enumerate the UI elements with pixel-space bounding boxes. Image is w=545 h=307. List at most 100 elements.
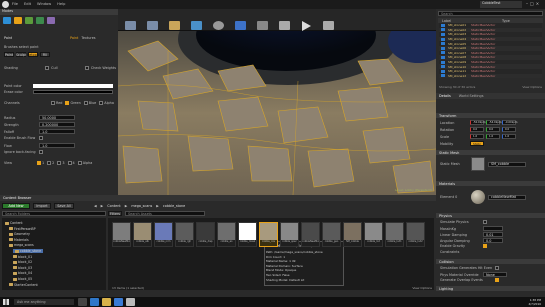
strength-field[interactable]: 0.200000 bbox=[39, 122, 75, 127]
asset-tile[interactable]: cobbleNewMat bbox=[112, 222, 131, 247]
folder-tree-item[interactable]: StarterContent bbox=[9, 283, 38, 287]
location-x[interactable]: -50.0kpm bbox=[470, 120, 485, 125]
asset-tile[interactable]: cobble_alb bbox=[133, 222, 152, 247]
view-radio-2[interactable] bbox=[47, 161, 52, 165]
flow-field[interactable]: 1.0 bbox=[39, 143, 75, 148]
folder-tree-item[interactable]: block_03 bbox=[13, 266, 32, 270]
physics-section[interactable]: Physics bbox=[436, 213, 545, 218]
textures-tab[interactable]: Textures bbox=[81, 36, 95, 40]
lighting-section[interactable]: Lighting bbox=[436, 286, 545, 291]
windows-start-icon[interactable] bbox=[3, 299, 9, 305]
outliner-col-label[interactable]: Label bbox=[438, 19, 462, 23]
enable-gravity-checkbox[interactable] bbox=[483, 244, 487, 248]
asset-tile[interactable]: cobble_lod1 bbox=[385, 222, 404, 247]
menu-help[interactable]: Help bbox=[57, 2, 65, 6]
maximize-icon[interactable]: □ bbox=[530, 1, 534, 6]
outliner-col-type[interactable]: Type bbox=[462, 19, 510, 23]
menu-window[interactable]: Window bbox=[37, 2, 51, 6]
asset-tile[interactable]: cobble_lod bbox=[364, 222, 383, 247]
landscape-mode-icon[interactable] bbox=[25, 17, 33, 24]
geometry-mode-icon[interactable] bbox=[47, 17, 55, 24]
rotation-x[interactable]: 0.0 bbox=[470, 127, 484, 132]
blue-channel-checkbox[interactable] bbox=[83, 101, 88, 105]
asset-tile[interactable]: cobble_lod2 bbox=[406, 222, 425, 247]
scale-z[interactable]: 1.0 bbox=[502, 134, 516, 139]
level-viewport[interactable]: Level: Lobby (Persistent) bbox=[118, 31, 436, 195]
close-icon[interactable]: × bbox=[536, 1, 539, 6]
search-folders-input[interactable]: Search Folders bbox=[2, 211, 106, 216]
modes-tab[interactable]: Modes bbox=[0, 9, 118, 15]
rotation-y[interactable]: 0.0 bbox=[486, 127, 500, 132]
erase-color-swatch[interactable] bbox=[33, 90, 113, 94]
asset-tile[interactable]: cobble_spec bbox=[280, 222, 299, 247]
location-z[interactable]: -0.00kpm bbox=[502, 120, 517, 125]
menu-file[interactable]: File bbox=[12, 2, 18, 6]
green-channel-checkbox[interactable] bbox=[65, 101, 70, 105]
check-weights-checkbox[interactable] bbox=[84, 66, 89, 70]
import-button[interactable]: Import bbox=[33, 203, 51, 209]
simulate-physics-checkbox[interactable] bbox=[483, 220, 487, 224]
ue4-logo-icon[interactable] bbox=[2, 1, 9, 8]
scale-y[interactable]: 1.0 bbox=[486, 134, 500, 139]
project-tab[interactable]: CobbleTest bbox=[480, 1, 522, 8]
folder-tree-item[interactable]: block_04 bbox=[13, 271, 32, 275]
path-segment-content[interactable]: Content bbox=[107, 204, 121, 208]
nav-forward-icon[interactable]: ▶ bbox=[101, 204, 104, 208]
alpha-channel-checkbox[interactable] bbox=[99, 101, 104, 105]
sim-gen-hit-checkbox[interactable] bbox=[495, 266, 499, 270]
foliage-mode-icon[interactable] bbox=[36, 17, 44, 24]
edge-icon[interactable] bbox=[90, 298, 99, 306]
brush-tab-fill[interactable]: Fill bbox=[40, 52, 50, 57]
filters-button[interactable]: Filters bbox=[108, 211, 122, 216]
content-view-options[interactable]: View Options bbox=[412, 286, 432, 290]
material-picker[interactable]: cobbleNewMat bbox=[488, 194, 526, 200]
outliner-search-input[interactable]: Search bbox=[438, 11, 543, 16]
folder-tree-item[interactable]: mega_scans bbox=[9, 243, 34, 247]
taskbar-search-input[interactable]: Ask me anything bbox=[14, 299, 74, 305]
collision-section[interactable]: Collision bbox=[436, 259, 545, 264]
folder-tree-item[interactable]: FirstPersonBP bbox=[9, 227, 36, 231]
folder-tree-item[interactable]: Content bbox=[5, 221, 23, 225]
material-thumbnail[interactable] bbox=[471, 190, 485, 204]
path-segment-mega-scans[interactable]: mega_scans bbox=[131, 204, 152, 208]
vertex-tab[interactable]: Paint bbox=[70, 36, 78, 40]
asset-tile[interactable]: cobbleNewMat bbox=[301, 222, 320, 247]
task-view-icon[interactable] bbox=[78, 298, 87, 306]
content-browser-tab[interactable]: Content Browser bbox=[3, 196, 31, 200]
static-mesh-section[interactable]: Static Mesh bbox=[436, 150, 545, 155]
asset-tile[interactable]: cobble_cav bbox=[259, 222, 278, 247]
store-icon[interactable] bbox=[114, 298, 123, 306]
asset-tile[interactable]: cobble_geo bbox=[322, 222, 341, 247]
red-channel-checkbox[interactable] bbox=[51, 101, 55, 105]
nav-back-icon[interactable]: ◀ bbox=[94, 204, 97, 208]
static-mesh-picker[interactable]: SM_cobble bbox=[488, 161, 526, 167]
transform-section[interactable]: Transform bbox=[436, 113, 545, 118]
paint-color-swatch[interactable] bbox=[33, 84, 113, 88]
asset-tile[interactable]: cobble_ao bbox=[217, 222, 236, 247]
folder-tree-item[interactable]: block_05 bbox=[13, 277, 32, 281]
brush-tab-retopo[interactable]: Retopo bbox=[27, 52, 39, 57]
brush-tab-paint[interactable]: Paint bbox=[4, 52, 14, 57]
angular-damping-field[interactable]: 0.0 bbox=[483, 238, 503, 243]
static-mesh-thumbnail[interactable] bbox=[471, 157, 485, 171]
path-segment-cobble-stone[interactable]: cobble_stone bbox=[163, 204, 185, 208]
view-radio-alpha[interactable] bbox=[77, 161, 82, 165]
place-mode-icon[interactable] bbox=[3, 17, 11, 24]
materials-section[interactable]: Materials bbox=[436, 181, 545, 186]
scale-x[interactable]: 1.0 bbox=[470, 134, 484, 139]
radius-field[interactable]: 50.0000 bbox=[39, 115, 75, 120]
view-radio-3[interactable] bbox=[57, 161, 62, 165]
unreal-icon[interactable] bbox=[126, 298, 135, 306]
enable-brush-flow-checkbox[interactable] bbox=[39, 136, 43, 140]
view-radio-4[interactable] bbox=[67, 161, 72, 165]
cull-checkbox[interactable] bbox=[45, 66, 50, 70]
brush-tab-sculpt[interactable]: Sculpt bbox=[16, 52, 26, 57]
asset-tile[interactable]: cobble_mask bbox=[238, 222, 257, 247]
search-assets-input[interactable]: Search Assets bbox=[125, 211, 205, 216]
location-y[interactable]: -54.0kpm bbox=[486, 120, 501, 125]
folder-tree-item[interactable]: Geometry bbox=[9, 232, 30, 236]
details-tab[interactable]: Details bbox=[436, 94, 451, 98]
folder-tree-item[interactable]: block_02 bbox=[13, 260, 32, 264]
folder-tree-item[interactable]: Materials bbox=[9, 238, 29, 242]
mass-field[interactable] bbox=[483, 226, 503, 231]
